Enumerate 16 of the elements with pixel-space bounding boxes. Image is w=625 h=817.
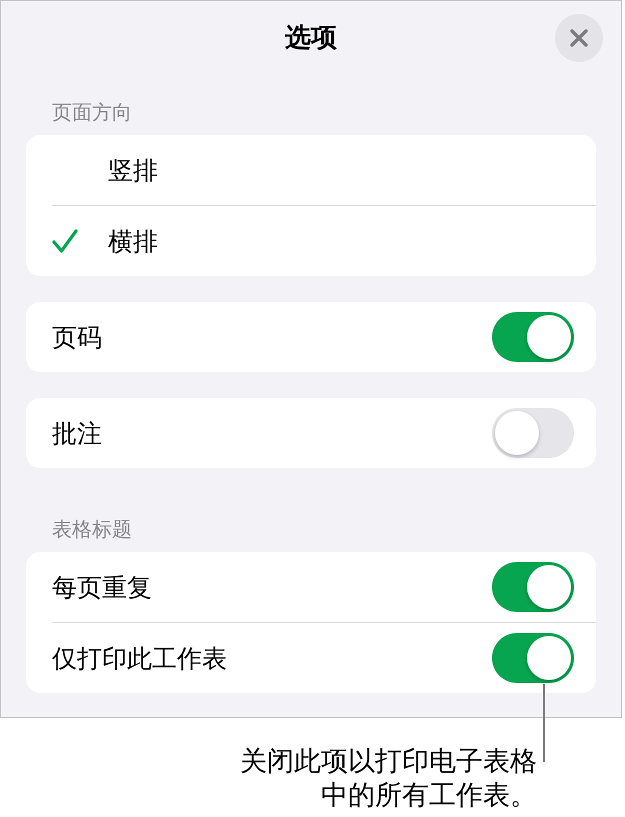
orientation-option[interactable]: 竖排 [26,135,596,205]
setting-label: 每页重复 [52,572,152,604]
toggle-switch[interactable] [492,408,574,458]
callout-text: 关闭此项以打印电子表格中的所有工作表。 [240,745,537,813]
toggle-switch[interactable] [492,633,574,683]
close-button[interactable] [555,14,603,62]
toggle-switch[interactable] [492,312,574,362]
setting-label: 仅打印此工作表 [52,642,227,674]
close-icon [570,28,588,46]
setting-label: 批注 [52,418,102,450]
toggle-switch[interactable] [492,562,574,612]
setting-label: 页码 [52,322,102,354]
section-header: 页面方向 [51,100,133,124]
orientation-option[interactable]: 横排 [26,206,596,276]
sheet-title: 选项 [285,22,337,52]
section-header: 表格标题 [51,517,133,541]
